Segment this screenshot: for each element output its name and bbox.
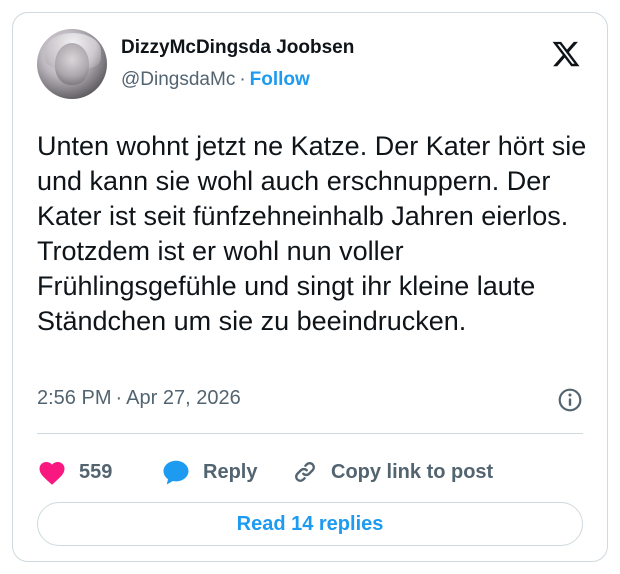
like-count: 559 [79, 460, 113, 483]
reply-bubble-icon [163, 460, 189, 485]
tweet-date: Apr 27, 2026 [126, 387, 241, 409]
author-handle[interactable]: @DingsdaMc [121, 69, 235, 90]
follow-button[interactable]: Follow [250, 69, 310, 90]
time-separator: · [115, 387, 123, 409]
author-handle-row: @DingsdaMc · Follow [121, 69, 310, 91]
tweet-header: DizzyMcDingsda Joobsen @DingsdaMc · Follow [37, 29, 587, 101]
read-replies-button[interactable]: Read 14 replies [37, 502, 583, 546]
avatar-face [55, 43, 89, 85]
like-button[interactable]: 559 [37, 455, 112, 489]
link-icon [295, 462, 315, 482]
reply-label: Reply [203, 460, 258, 483]
copy-link-label: Copy link to post [331, 460, 494, 483]
tweet-time: 2:56 PM [37, 387, 112, 409]
action-bar: 559 Reply Copy link to post [37, 455, 583, 489]
avatar[interactable] [37, 29, 107, 99]
tweet-text: Unten wohnt jetzt ne Katze. Der Kater hö… [37, 131, 587, 336]
handle-separator: · [239, 69, 246, 90]
x-logo-icon[interactable] [551, 39, 581, 69]
info-icon[interactable] [557, 387, 583, 413]
tweet-timestamp[interactable]: 2:56 PM · Apr 27, 2026 [37, 387, 583, 417]
divider [37, 433, 583, 434]
copy-link-button[interactable]: Copy link to post [291, 455, 493, 489]
author-display-name[interactable]: DizzyMcDingsda Joobsen [121, 37, 354, 59]
heart-icon [39, 462, 65, 485]
tweet-card: DizzyMcDingsda Joobsen @DingsdaMc · Follow… [12, 12, 608, 562]
reply-button[interactable]: Reply [161, 455, 257, 489]
